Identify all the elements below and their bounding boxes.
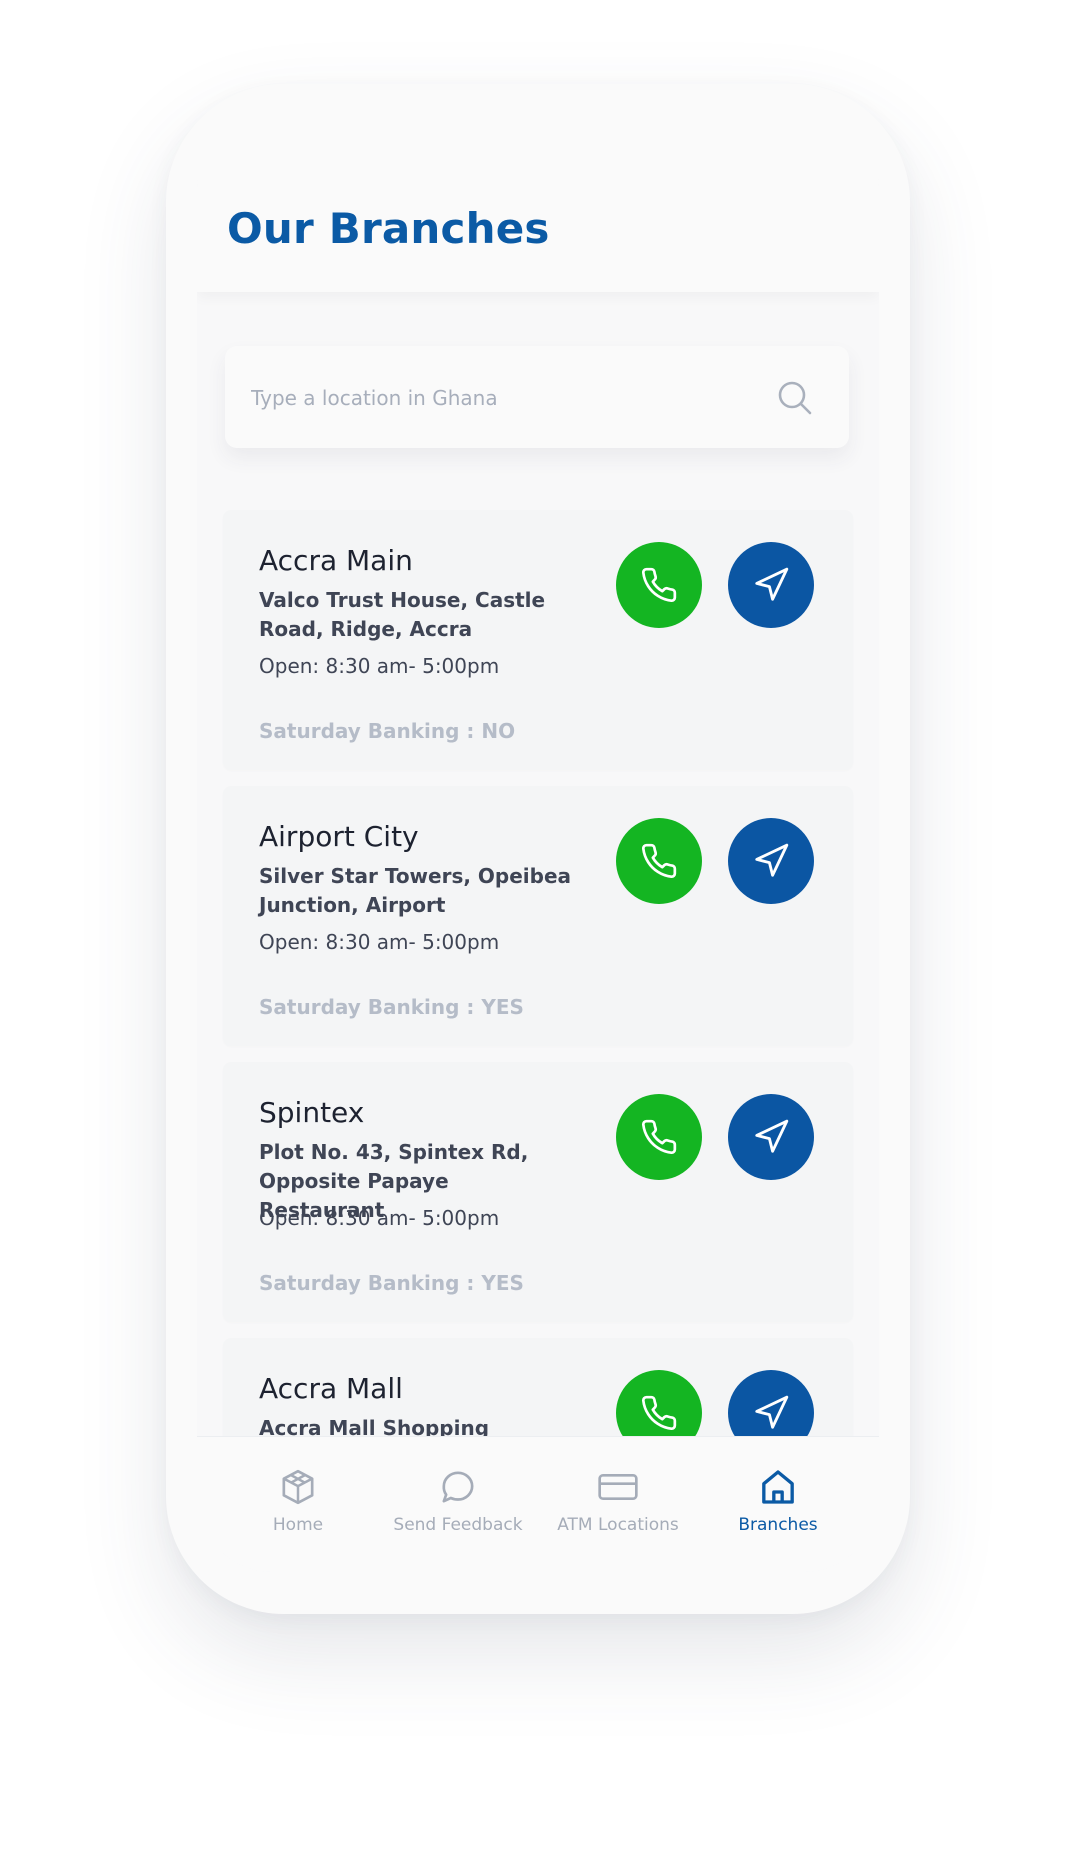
navigation-arrow-icon	[755, 843, 789, 877]
saturday-banking-status: Saturday Banking : YES	[259, 995, 524, 1019]
app-screen: Our Branches Accra Main Valco Trust Hous…	[197, 114, 879, 1572]
phone-icon	[641, 843, 677, 879]
tab-branches[interactable]: Branches	[698, 1467, 858, 1535]
app-header: Our Branches	[197, 114, 879, 292]
branch-card[interactable]: Accra Main Valco Trust House, Castle Roa…	[223, 510, 853, 770]
call-button[interactable]	[616, 818, 702, 904]
branch-name: Accra Main	[259, 544, 413, 577]
phone-icon	[641, 567, 677, 603]
tab-atm-locations[interactable]: ATM Locations	[538, 1467, 698, 1535]
phone-icon	[641, 1119, 677, 1155]
directions-button[interactable]	[728, 1094, 814, 1180]
branch-name: Spintex	[259, 1096, 365, 1129]
house-icon	[762, 1470, 794, 1504]
branch-hours: Open: 8:30 am- 5:00pm	[259, 930, 500, 954]
search-input[interactable]	[249, 346, 753, 450]
tab-label: Send Feedback	[393, 1515, 523, 1535]
tab-label: ATM Locations	[557, 1515, 679, 1535]
branch-card[interactable]: Airport City Silver Star Towers, Opeibea…	[223, 786, 853, 1046]
branch-name: Accra Mall	[259, 1372, 403, 1405]
stage: Our Branches Accra Main Valco Trust Hous…	[0, 0, 1080, 1868]
tab-send-feedback[interactable]: Send Feedback	[378, 1467, 538, 1535]
phone-icon	[641, 1395, 677, 1431]
branch-name: Airport City	[259, 820, 419, 853]
branch-address: Silver Star Towers, Opeibea Junction, Ai…	[259, 864, 572, 917]
search-icon[interactable]	[777, 380, 813, 416]
branch-hours: Open: 8:30 am- 5:00pm	[259, 1206, 500, 1230]
page-title: Our Branches	[227, 204, 550, 253]
saturday-banking-status: Saturday Banking : NO	[259, 719, 516, 743]
navigation-arrow-icon	[755, 1119, 789, 1153]
tab-label: Branches	[738, 1515, 818, 1535]
navigation-arrow-icon	[755, 567, 789, 601]
directions-button[interactable]	[728, 818, 814, 904]
chat-bubble-icon	[442, 1471, 474, 1503]
bottom-tab-bar: Home Send Feedback ATM Locations Branche…	[197, 1436, 879, 1572]
tab-label: Home	[272, 1515, 324, 1535]
navigation-arrow-icon	[755, 1395, 789, 1429]
call-button[interactable]	[616, 542, 702, 628]
branch-card[interactable]: Spintex Plot No. 43, Spintex Rd, Opposit…	[223, 1062, 853, 1322]
branch-address: Valco Trust House, Castle Road, Ridge, A…	[259, 588, 546, 641]
branch-hours: Open: 8:30 am- 5:00pm	[259, 654, 500, 678]
saturday-banking-status: Saturday Banking : YES	[259, 1271, 524, 1295]
directions-button[interactable]	[728, 542, 814, 628]
search-bar[interactable]	[225, 346, 849, 450]
branch-list: Accra Main Valco Trust House, Castle Roa…	[223, 510, 853, 1572]
call-button[interactable]	[616, 1094, 702, 1180]
card-icon	[598, 1474, 638, 1500]
cube-icon	[282, 1469, 314, 1505]
tab-home[interactable]: Home	[218, 1467, 378, 1535]
